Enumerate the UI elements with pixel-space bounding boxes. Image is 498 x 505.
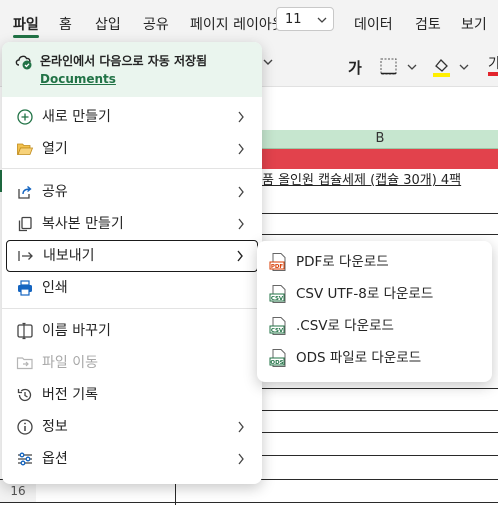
column-header-b[interactable]: B [262, 130, 498, 149]
csv-badge-text: CSV [271, 328, 284, 334]
grid-line [262, 388, 498, 389]
pdf-file-icon: PDF [269, 252, 289, 272]
submenu-item-download-csv-utf8[interactable]: CSV CSV UTF-8로 다운로드 [261, 279, 488, 309]
menu-item-label: 새로 만들기 [42, 109, 111, 125]
ribbon-tab-bar: 파일 홈 삽입 공유 페이지 레이아웃 수식 데이터 검토 보기 [0, 0, 498, 48]
font-name-chevron-icon[interactable] [262, 56, 274, 71]
menu-item-label: 복사본 만들기 [42, 216, 124, 232]
autosave-location-link[interactable]: Documents [40, 72, 116, 86]
menu-item-new[interactable]: 새로 만들기 [6, 102, 258, 132]
menu-item-options[interactable]: 옵션 [6, 444, 258, 474]
menu-item-rename[interactable]: 이름 바꾸기 [6, 316, 258, 346]
menu-separator [2, 308, 262, 309]
menu-item-label: 버전 기록 [42, 387, 98, 403]
font-color-button[interactable]: 가 [488, 56, 498, 76]
file-menu: 온라인에서 다음으로 자동 저장됨 Documents 새로 만들기 열기 공유… [2, 42, 262, 484]
submenu-item-label: ODS 파일로 다운로드 [296, 350, 422, 366]
borders-icon [380, 58, 417, 75]
pdf-badge-text: PDF [271, 264, 284, 270]
font-color-label: 가 [488, 56, 498, 76]
menu-item-label: 정보 [42, 419, 68, 435]
csv-file-icon: CSV [269, 284, 289, 304]
submenu-item-download-csv[interactable]: CSV .CSV로 다운로드 [261, 311, 488, 341]
folder-move-icon [16, 354, 34, 372]
grid-line [262, 234, 498, 235]
increase-font-button[interactable]: 가 [348, 57, 362, 78]
autosave-banner: 온라인에서 다음으로 자동 저장됨 Documents [2, 42, 262, 97]
menu-item-label: 인쇄 [42, 280, 68, 296]
grid-line [262, 455, 498, 456]
submenu-item-label: CSV UTF-8로 다운로드 [296, 286, 434, 302]
menu-item-make-copy[interactable]: 복사본 만들기 [6, 209, 258, 239]
tab-home[interactable]: 홈 [59, 0, 72, 48]
menu-item-label: 내보내기 [43, 248, 95, 264]
data-cell[interactable]: 품 올인원 캡슐세제 (캡슐 30개) 4팩 [262, 170, 498, 192]
grid-line [262, 410, 498, 411]
tab-share[interactable]: 공유 [143, 0, 169, 48]
submenu-item-label: PDF로 다운로드 [296, 254, 389, 270]
font-size-value: 11 [285, 12, 302, 27]
tab-insert[interactable]: 삽입 [95, 0, 121, 48]
grid-line [262, 213, 498, 214]
menu-item-label: 이름 바꾸기 [42, 323, 111, 339]
tab-data[interactable]: 데이터 [354, 0, 393, 48]
menu-item-label: 옵션 [42, 451, 68, 467]
grid-line [0, 502, 498, 503]
menu-item-share[interactable]: 공유 [6, 177, 258, 207]
printer-icon [16, 279, 34, 297]
export-icon [17, 247, 35, 265]
menu-item-export[interactable]: 내보내기 [6, 240, 258, 272]
ods-file-icon: ODS [269, 348, 289, 368]
menu-item-open[interactable]: 열기 [6, 134, 258, 164]
tab-page-layout[interactable]: 페이지 레이아웃 [190, 0, 285, 48]
history-icon [16, 386, 34, 404]
fill-color-icon [433, 59, 469, 77]
csv-badge-text: CSV [271, 296, 284, 302]
menu-separator [2, 168, 262, 169]
info-icon [16, 418, 34, 436]
chevron-right-icon [236, 444, 246, 484]
menu-item-version-history[interactable]: 버전 기록 [6, 380, 258, 410]
submenu-item-download-ods[interactable]: ODS ODS 파일로 다운로드 [261, 343, 488, 373]
copy-icon [16, 215, 34, 233]
plus-circle-icon [16, 108, 34, 126]
rename-icon [16, 322, 34, 340]
chevron-down-icon [317, 8, 327, 42]
menu-item-label: 공유 [42, 184, 68, 200]
tab-view[interactable]: 보기 [461, 0, 487, 48]
cloud-check-icon [14, 52, 34, 74]
menu-item-print[interactable]: 인쇄 [6, 273, 258, 303]
export-submenu: PDF PDF로 다운로드 CSV CSV UTF-8로 다운로드 CSV .C… [257, 241, 492, 382]
ods-badge-text: ODS [270, 360, 283, 366]
tab-review[interactable]: 검토 [415, 0, 441, 48]
borders-button[interactable] [380, 57, 420, 81]
menu-item-label: 파일 이동 [42, 355, 98, 371]
font-size-dropdown[interactable]: 11 [276, 7, 334, 31]
options-icon [16, 450, 34, 468]
share-icon [16, 183, 34, 201]
autosave-title: 온라인에서 다음으로 자동 저장됨 [40, 54, 208, 68]
tab-file[interactable]: 파일 [13, 0, 39, 48]
fill-color-button[interactable] [432, 56, 474, 82]
grid-line [262, 432, 498, 433]
menu-item-info[interactable]: 정보 [6, 412, 258, 442]
folder-open-icon [16, 140, 34, 158]
submenu-item-download-pdf[interactable]: PDF PDF로 다운로드 [261, 247, 488, 277]
menu-item-label: 열기 [42, 141, 68, 157]
submenu-item-label: .CSV로 다운로드 [296, 318, 394, 334]
csv-file-icon: CSV [269, 316, 289, 336]
menu-item-move-file: 파일 이동 [6, 348, 258, 378]
header-cell[interactable] [262, 149, 498, 169]
